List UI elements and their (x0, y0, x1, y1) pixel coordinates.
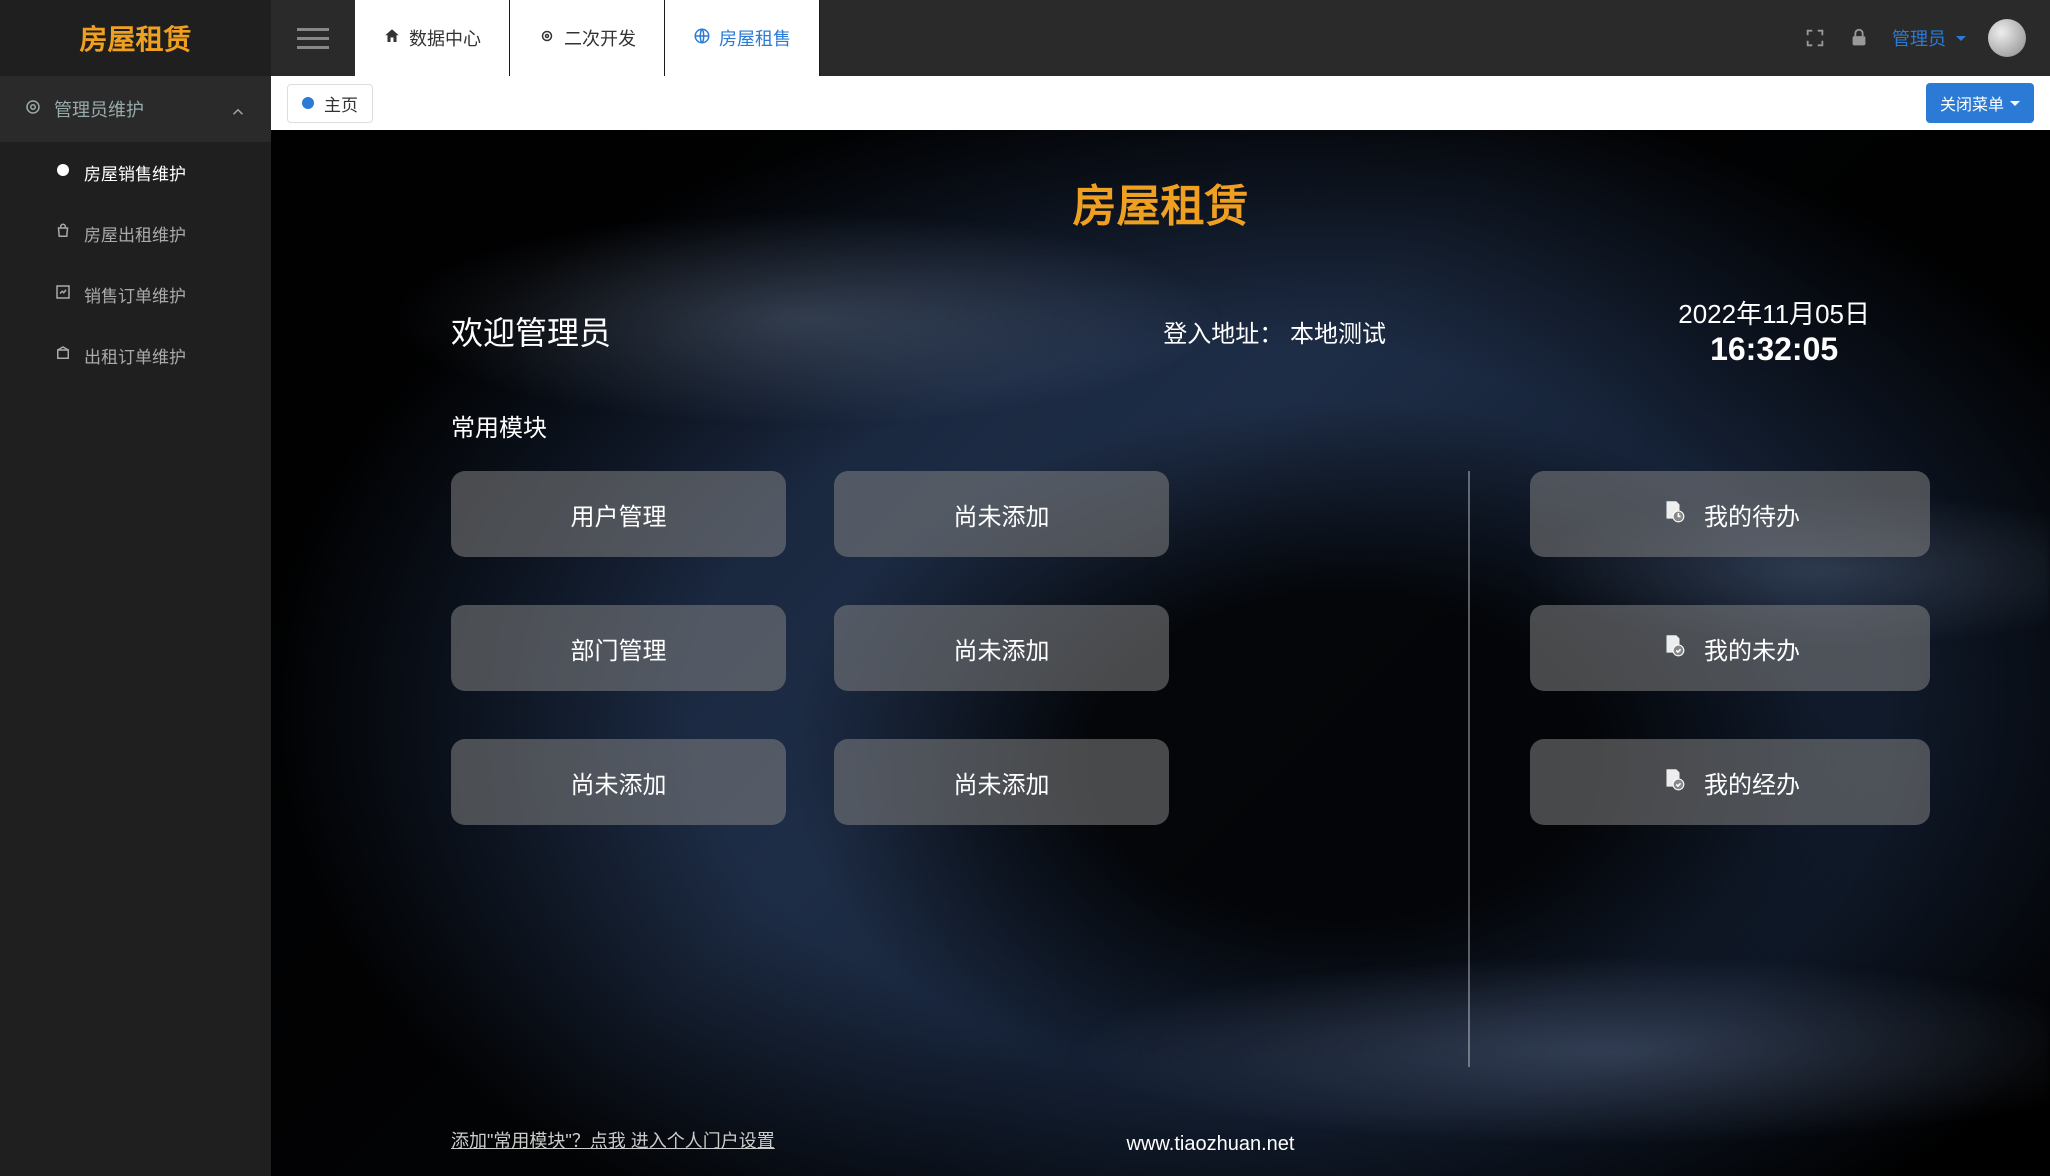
close-menu-label: 关闭菜单 (1940, 91, 2004, 115)
module-tile[interactable]: 尚未添加 (451, 739, 786, 825)
sidebar-item-label: 出租订单维护 (84, 343, 186, 368)
welcome-text: 欢迎管理员 (451, 308, 871, 354)
tab-label: 二次开发 (564, 25, 636, 51)
action-tile-handled[interactable]: 我的经办 (1530, 739, 1930, 825)
user-label: 管理员 (1892, 25, 1946, 51)
tile-label: 尚未添加 (571, 765, 667, 800)
dashboard: 房屋租赁 欢迎管理员 登入地址： 本地测试 2022年11月05日 16:32:… (271, 130, 2050, 1176)
dashboard-title: 房屋租赁 (331, 170, 1990, 234)
footer-url: www.tiaozhuan.net (431, 1133, 1990, 1156)
tile-label: 我的待办 (1704, 497, 1800, 532)
top-tabs: 数据中心 二次开发 房屋租售 (355, 0, 1780, 76)
header-right: 管理员 (1780, 0, 2050, 76)
module-tile[interactable]: 部门管理 (451, 605, 786, 691)
tile-label: 用户管理 (571, 497, 667, 532)
home-icon (383, 27, 401, 50)
tile-label: 部门管理 (571, 631, 667, 666)
sidebar-item-label: 房屋出租维护 (84, 221, 186, 246)
header: 房屋租赁 数据中心 二次开发 房屋租售 管理员 (0, 0, 2050, 76)
sidebar-group-admin[interactable]: 管理员维护 (0, 76, 271, 142)
tile-label: 我的未办 (1704, 631, 1800, 666)
tile-label: 尚未添加 (954, 765, 1050, 800)
module-tile[interactable]: 尚未添加 (834, 471, 1169, 557)
crumb-bar: 主页 关闭菜单 (271, 76, 2050, 130)
sidebar: 管理员维护 房屋销售维护 房屋出租维护 销售订单维护 出租订单维护 (0, 76, 271, 1176)
bag-icon (54, 222, 72, 245)
date-text: 2022年11月05日 (1678, 294, 1870, 331)
gear-icon (24, 98, 42, 121)
tile-label: 我的经办 (1704, 765, 1800, 800)
doc-clock-icon (1660, 498, 1686, 531)
globe-icon (54, 161, 72, 184)
globe-icon (693, 27, 711, 50)
login-address: 登入地址： 本地测试 (871, 314, 1678, 349)
separator (1468, 471, 1470, 1067)
chart-icon (54, 283, 72, 306)
dot-icon (302, 97, 314, 109)
sidebar-item-sales[interactable]: 房屋销售维护 (0, 142, 271, 203)
tile-label: 尚未添加 (954, 497, 1050, 532)
tab-label: 房屋租售 (719, 25, 791, 51)
sidebar-group-label: 管理员维护 (54, 96, 144, 122)
caret-down-icon (1956, 36, 1966, 41)
module-tile[interactable]: 尚未添加 (834, 605, 1169, 691)
brand-title: 房屋租赁 (0, 0, 271, 76)
tab-house[interactable]: 房屋租售 (665, 0, 820, 76)
sidebar-toggle[interactable] (271, 0, 355, 76)
tile-label: 尚未添加 (954, 631, 1050, 666)
module-tile[interactable]: 尚未添加 (834, 739, 1169, 825)
module-tile[interactable]: 用户管理 (451, 471, 786, 557)
crumb-tab-home[interactable]: 主页 (287, 84, 373, 123)
user-menu[interactable]: 管理员 (1892, 25, 1966, 51)
doc-done-icon (1660, 766, 1686, 799)
action-tile-undone[interactable]: 我的未办 (1530, 605, 1930, 691)
sidebar-item-rent-order[interactable]: 出租订单维护 (0, 325, 271, 386)
info-row: 欢迎管理员 登入地址： 本地测试 2022年11月05日 16:32:05 (331, 294, 1990, 408)
action-tile-todo[interactable]: 我的待办 (1530, 471, 1930, 557)
gear-icon (538, 27, 556, 50)
sidebar-item-sales-order[interactable]: 销售订单维护 (0, 264, 271, 325)
sidebar-item-label: 房屋销售维护 (84, 160, 186, 185)
fullscreen-icon[interactable] (1804, 27, 1826, 49)
sidebar-item-label: 销售订单维护 (84, 282, 186, 307)
crumb-label: 主页 (324, 91, 358, 116)
datetime: 2022年11月05日 16:32:05 (1678, 294, 1870, 368)
caret-down-icon (2010, 101, 2020, 106)
tab-label: 数据中心 (409, 25, 481, 51)
doc-check-icon (1660, 632, 1686, 665)
box-icon (54, 344, 72, 367)
section-label: 常用模块 (331, 408, 1990, 443)
sidebar-item-rent[interactable]: 房屋出租维护 (0, 203, 271, 264)
time-text: 16:32:05 (1678, 331, 1870, 368)
chevron-up-icon (229, 98, 247, 121)
avatar[interactable] (1988, 19, 2026, 57)
close-menu-button[interactable]: 关闭菜单 (1926, 83, 2034, 123)
lock-icon[interactable] (1848, 27, 1870, 49)
main: 主页 关闭菜单 房屋租赁 欢迎管理员 登入地址： 本地测试 2022年11月05… (271, 76, 2050, 1176)
tab-data-center[interactable]: 数据中心 (355, 0, 510, 76)
tab-dev[interactable]: 二次开发 (510, 0, 665, 76)
